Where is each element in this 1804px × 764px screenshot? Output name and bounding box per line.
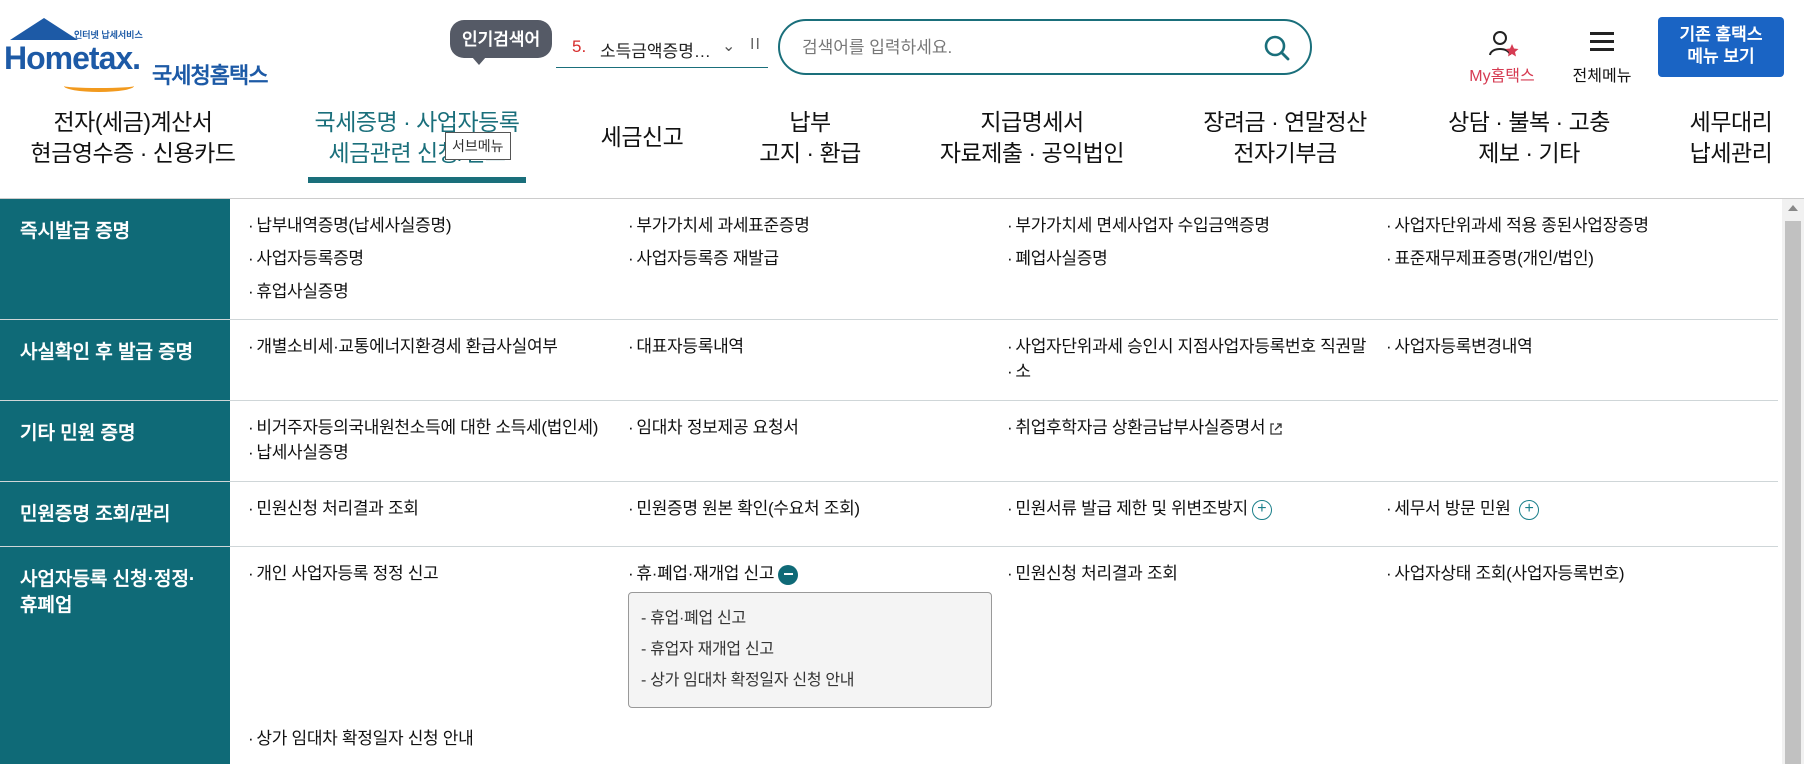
legacy-button-line2: 메뉴 보기: [1687, 47, 1755, 66]
nav-label-line1: 납부: [789, 109, 831, 135]
nav-label-line1: 지급명세서: [980, 109, 1084, 135]
myhometax-label: My홈택스: [1469, 68, 1535, 85]
nav-label-line1: 세금신고: [600, 124, 684, 150]
menu-link[interactable]: 개별소비세·교통에너지환경세 환급사실여부: [248, 335, 558, 359]
search-icon[interactable]: [1262, 33, 1292, 63]
menu-link[interactable]: 표준재무제표증명(개인/법인): [1386, 247, 1594, 271]
logo-swoosh-icon: [64, 80, 134, 92]
menu-link[interactable]: 민원신청 처리결과 조회: [1007, 562, 1178, 586]
nav-label-line2: 전자기부금: [1233, 140, 1337, 166]
legacy-button-line1: 기존 홈택스: [1679, 25, 1763, 44]
vertical-scrollbar[interactable]: [1782, 199, 1804, 764]
nav-item-payment[interactable]: 납부 고지 · 환급: [748, 107, 872, 169]
submenu-link[interactable]: 휴업자 재개업 신고: [641, 634, 979, 665]
nav-label-line1: 세무대리: [1689, 109, 1773, 135]
menu-link-expandable[interactable]: 민원서류 발급 제한 및 위변조방지+: [1007, 497, 1272, 521]
menu-link[interactable]: 민원증명 원본 확인(수요처 조회): [628, 497, 860, 521]
expand-plus-icon[interactable]: +: [1519, 499, 1540, 520]
category-title: 민원증명 조회/관리: [20, 504, 171, 525]
search-input[interactable]: [802, 35, 1232, 61]
logo-wordmark: Hometax.: [4, 40, 141, 76]
chevron-down-icon[interactable]: ⌄: [722, 36, 735, 56]
menu-link[interactable]: 임대차 정보제공 요청서: [628, 416, 799, 440]
nav-label-line1: 전자(세금)계산서: [53, 109, 213, 135]
full-menu-label: 전체메뉴: [1572, 68, 1632, 85]
category-title-line2: 휴폐업: [20, 595, 73, 616]
popular-keyword[interactable]: 소득금액증명…: [600, 37, 711, 62]
category-title: 사실확인 후 발급 증명: [20, 342, 194, 363]
submenu-panel: 즉시발급 증명 납부내역증명(납세사실증명) 부가가치세 과세표준증명 부가가치…: [0, 199, 1778, 764]
menu-link[interactable]: 개인 사업자등록 정정 신고: [248, 562, 438, 586]
menu-link-wrap[interactable]: 납세사실증명: [248, 441, 348, 465]
menu-link[interactable]: 부가가치세 면세사업자 수입금액증명: [1007, 214, 1270, 238]
nav-label-line2: 제보 · 기타: [1478, 140, 1580, 166]
popular-search-ticker[interactable]: 5. 소득금액증명… ⌄ II: [556, 34, 768, 68]
active-nav-indicator: [308, 177, 526, 183]
nav-label-line2: 납세관리: [1689, 140, 1773, 166]
menu-link[interactable]: 휴업사실증명: [248, 280, 348, 304]
category-title: 사업자등록 신청·정정· 휴폐업: [20, 567, 220, 619]
menu-link-wrap[interactable]: 소: [1007, 360, 1031, 384]
nav-label-line2: 자료제출 · 공익법인: [939, 140, 1125, 166]
menu-link[interactable]: 사업자단위과세 승인시 지점사업자등록번호 직권말: [1007, 335, 1366, 359]
nav-item-consulting[interactable]: 상담 · 불복 · 고충 제보 · 기타: [1438, 107, 1620, 169]
menu-link[interactable]: 민원신청 처리결과 조회: [248, 497, 419, 521]
nav-item-payment-statements[interactable]: 지급명세서 자료제출 · 공익법인: [934, 107, 1130, 169]
menu-link[interactable]: 비거주자등의국내원천소득에 대한 소득세(법인세): [248, 416, 598, 440]
menu-link[interactable]: 사업자등록증 재발급: [628, 247, 779, 271]
menu-link[interactable]: 사업자등록변경내역: [1386, 335, 1532, 359]
menu-link[interactable]: 대표자등록내역: [628, 335, 744, 359]
nav-item-tax-filing[interactable]: 세금신고: [592, 122, 692, 153]
menu-link[interactable]: 사업자단위과세 적용 종된사업장증명: [1386, 214, 1649, 238]
scroll-up-arrow-icon[interactable]: [1788, 205, 1798, 211]
menu-link[interactable]: 납부내역증명(납세사실증명): [248, 214, 451, 238]
nav-item-incentives[interactable]: 장려금 · 연말정산 전자기부금: [1196, 107, 1374, 169]
category-title: 즉시발급 증명: [20, 221, 131, 242]
header: 인터넷 납세서비스 Hometax. 국세청홈택스 인기검색어 5. 소득금액증…: [0, 0, 1804, 95]
scrollbar-thumb[interactable]: [1785, 221, 1801, 764]
popular-search-badge: 인기검색어: [450, 20, 553, 65]
nav-label-line2: 현금영수증 · 신용카드: [30, 140, 236, 166]
submenu-link[interactable]: 상가 임대차 확정일자 신청 안내: [641, 665, 979, 696]
submenu-link[interactable]: 휴업·폐업 신고: [641, 603, 979, 634]
submenu-tooltip: 서브메뉴: [445, 132, 511, 160]
legacy-hometax-button[interactable]: 기존 홈택스 메뉴 보기: [1658, 17, 1784, 77]
myhometax-button[interactable]: My홈택스: [1462, 28, 1542, 86]
menu-link[interactable]: 사업자등록증명: [248, 247, 364, 271]
external-link-icon: [1270, 422, 1282, 435]
submenu-dropdown: 휴업·폐업 신고 휴업자 재개업 신고 상가 임대차 확정일자 신청 안내: [628, 592, 992, 708]
menu-link[interactable]: 폐업사실증명: [1007, 247, 1107, 271]
category-row-instant: 즉시발급 증명 납부내역증명(납세사실증명) 부가가치세 과세표준증명 부가가치…: [0, 199, 1778, 320]
hometax-logo[interactable]: 인터넷 납세서비스 Hometax. 국세청홈택스: [4, 18, 274, 92]
menu-link-expandable[interactable]: 세무서 방문 민원 +: [1386, 497, 1540, 521]
popular-rank: 5.: [572, 37, 587, 56]
menu-link[interactable]: 부가가치세 과세표준증명: [628, 214, 809, 238]
collapse-minus-icon[interactable]: −: [778, 564, 799, 585]
main-navigation: 전자(세금)계산서 현금영수증 · 신용카드 국세증명 · 사업자등록 세금관련…: [0, 95, 1804, 199]
user-icon: [1489, 31, 1519, 57]
logo-roof-icon: [10, 18, 78, 40]
hamburger-icon: [1590, 32, 1614, 52]
nav-label-line1: 장려금 · 연말정산: [1203, 109, 1367, 135]
logo-korean-name: 국세청홈택스: [152, 63, 268, 88]
category-row-lookup: 민원증명 조회/관리 민원신청 처리결과 조회 민원증명 원본 확인(수요처 조…: [0, 482, 1778, 547]
category-row-verified: 사실확인 후 발급 증명 개별소비세·교통에너지환경세 환급사실여부 대표자등록…: [0, 320, 1778, 401]
nav-label-line1: 상담 · 불복 · 고충: [1448, 109, 1610, 135]
category-row-other: 기타 민원 증명 비거주자등의국내원천소득에 대한 소득세(법인세) 납세사실증…: [0, 401, 1778, 482]
menu-link-external[interactable]: 취업후학자금 상환금납부사실증명서: [1007, 416, 1284, 440]
expand-plus-icon[interactable]: +: [1251, 499, 1272, 520]
category-title-line1: 사업자등록 신청·정정·: [20, 569, 196, 590]
menu-link[interactable]: 상가 임대차 확정일자 신청 안내: [248, 727, 473, 751]
pause-icon[interactable]: II: [750, 36, 761, 54]
menu-link-expanded[interactable]: 휴·폐업·재개업 신고−: [628, 562, 799, 586]
nav-item-e-invoice[interactable]: 전자(세금)계산서 현금영수증 · 신용카드: [22, 107, 244, 169]
menu-link[interactable]: 사업자상태 조회(사업자등록번호): [1386, 562, 1624, 586]
category-title: 기타 민원 증명: [20, 423, 136, 444]
search-box: [778, 19, 1312, 75]
full-menu-button[interactable]: 전체메뉴: [1568, 28, 1636, 86]
nav-label-line2: 고지 · 환급: [759, 140, 861, 166]
nav-item-tax-agent[interactable]: 세무대리 납세관리: [1680, 107, 1782, 169]
